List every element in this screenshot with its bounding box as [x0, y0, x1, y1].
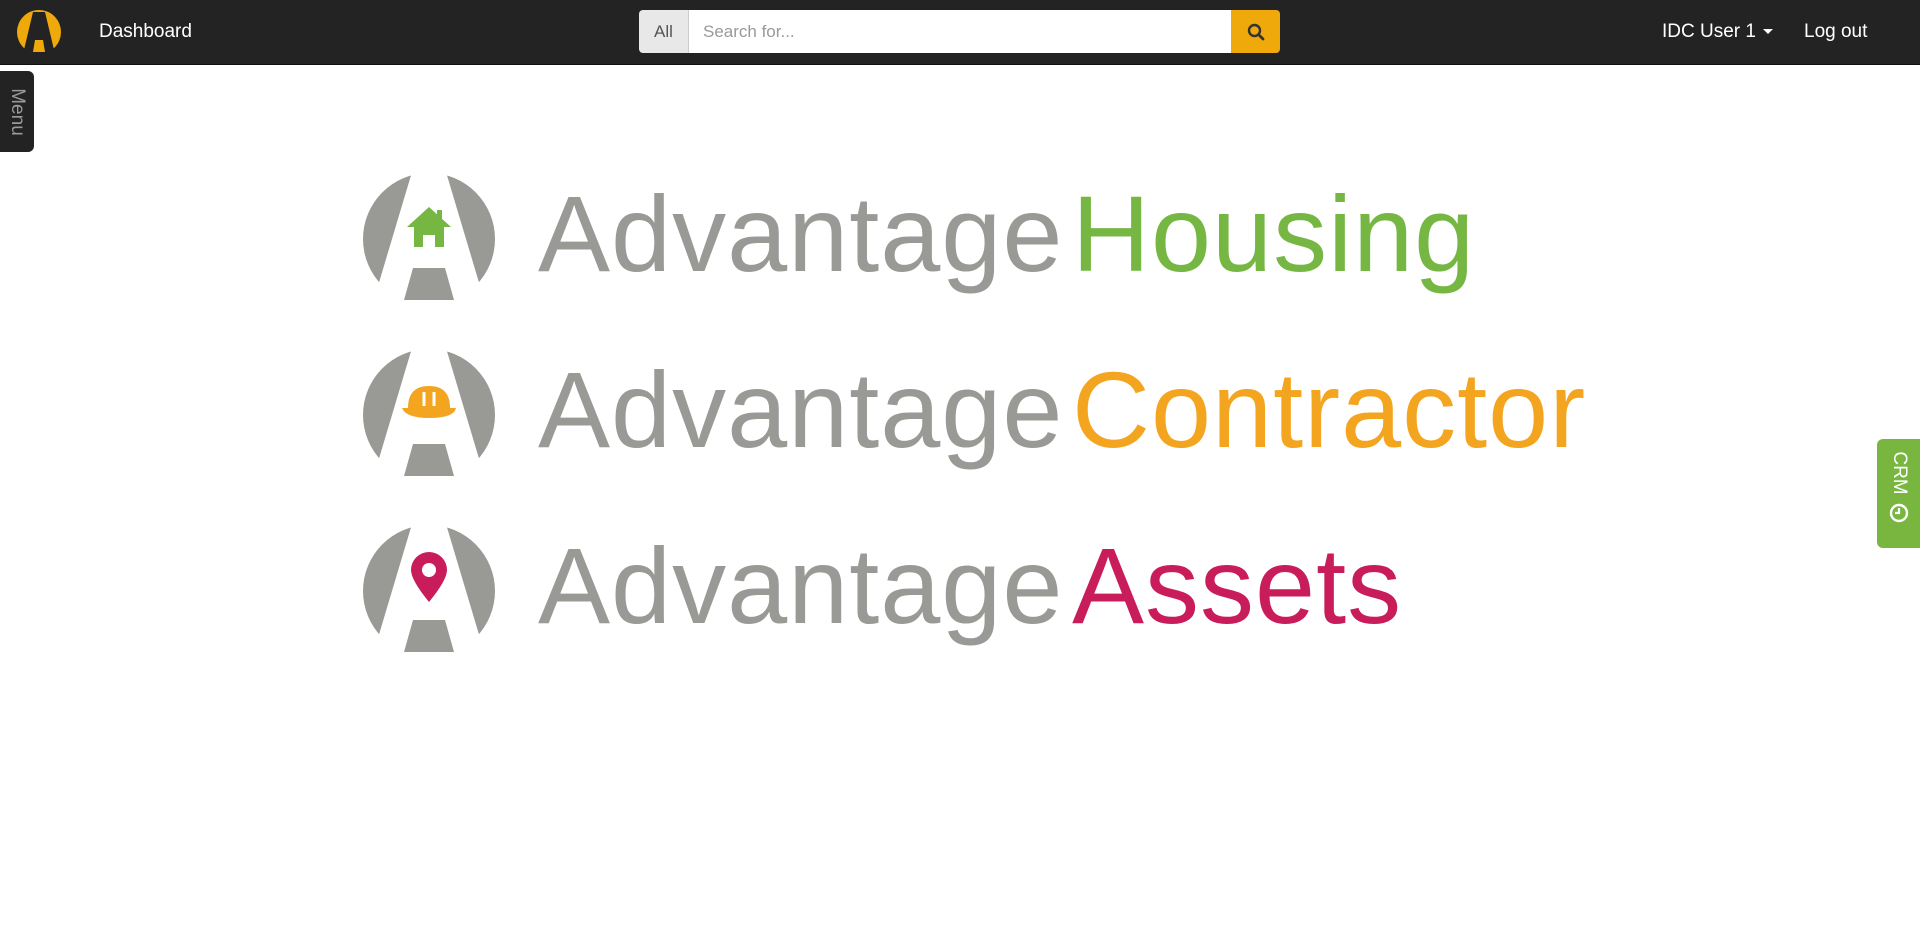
crm-tab[interactable]: CRM	[1877, 439, 1920, 548]
crm-tab-label: CRM	[1888, 451, 1910, 495]
search-input[interactable]	[689, 10, 1231, 53]
search-bar: All	[639, 10, 1280, 53]
user-menu-dropdown[interactable]: IDC User 1	[1662, 0, 1773, 64]
advantage-housing-emblem	[363, 172, 495, 306]
product-name-contractor: Contractor	[1072, 349, 1587, 470]
nav-dashboard-link[interactable]: Dashboard	[99, 0, 192, 64]
search-scope-button[interactable]: All	[639, 10, 689, 53]
menu-tab[interactable]: Menu	[0, 71, 34, 152]
caret-down-icon	[1762, 29, 1773, 35]
clock-icon	[1889, 503, 1909, 523]
advantage-assets-emblem	[363, 524, 495, 658]
product-prefix: Advantage	[538, 525, 1064, 646]
user-name-label: IDC User 1	[1662, 21, 1756, 42]
product-name-housing: Housing	[1072, 173, 1476, 294]
search-icon	[1247, 23, 1264, 40]
top-navbar: Dashboard All IDC User 1 Log out	[0, 0, 1920, 65]
brand-logo[interactable]	[16, 8, 62, 56]
search-button[interactable]	[1231, 10, 1280, 53]
advantage-contractor-emblem	[363, 348, 495, 482]
menu-tab-label: Menu	[7, 87, 28, 136]
logout-link[interactable]: Log out	[1804, 0, 1867, 64]
product-prefix: Advantage	[538, 173, 1064, 294]
product-name-assets: Assets	[1072, 525, 1403, 646]
product-prefix: Advantage	[538, 349, 1064, 470]
